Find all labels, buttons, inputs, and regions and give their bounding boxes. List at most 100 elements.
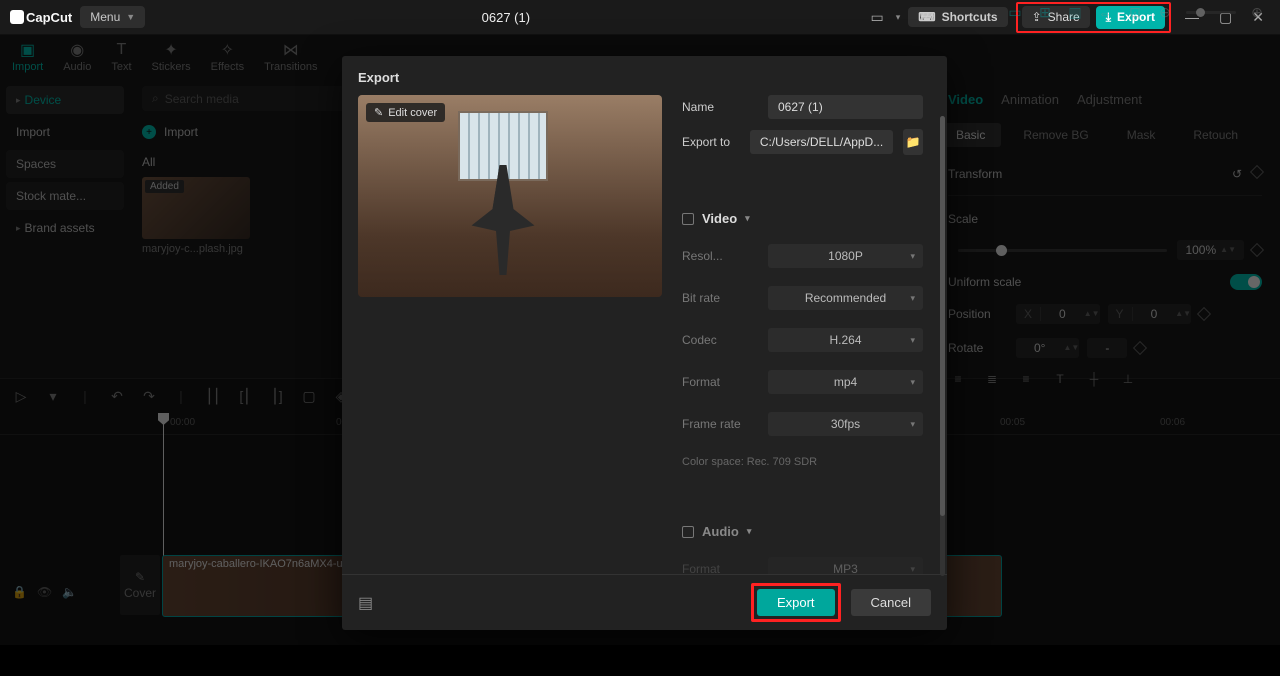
- tool-transitions[interactable]: ⋈Transitions: [264, 41, 317, 73]
- uniform-scale-toggle[interactable]: [1230, 274, 1262, 290]
- export-button-top[interactable]: ⤓Export: [1096, 6, 1165, 29]
- minimize-icon[interactable]: —: [1179, 9, 1205, 25]
- tab-adjustment[interactable]: Adjustment: [1077, 92, 1142, 107]
- keyframe-icon[interactable]: [1197, 307, 1211, 321]
- edit-cover-button[interactable]: ✎Edit cover: [366, 103, 445, 122]
- dialog-scrollbar[interactable]: [940, 116, 945, 576]
- reset-icon[interactable]: ↺: [1232, 167, 1242, 181]
- text-icon: T: [111, 41, 131, 59]
- audio-section-header[interactable]: Audio▾: [682, 524, 923, 539]
- menu-button[interactable]: Menu▼: [80, 6, 145, 28]
- uniform-scale-label: Uniform scale: [948, 275, 1021, 289]
- bitrate-label: Bit rate: [682, 291, 758, 305]
- align-icons: ≡ ≣ ≡ T ┼ ⊥: [948, 372, 1262, 386]
- position-x-input[interactable]: X0▲▼: [1016, 304, 1100, 324]
- media-thumbnail[interactable]: Added: [142, 177, 250, 239]
- cover-cell[interactable]: ✎ Cover: [120, 555, 160, 615]
- keyframe-icon[interactable]: [1250, 243, 1264, 257]
- browse-folder-button[interactable]: 📁: [903, 129, 923, 155]
- chevron-down-icon: ▾: [910, 564, 915, 574]
- maximize-icon[interactable]: ▢: [1213, 9, 1238, 26]
- subtab-retouch[interactable]: Retouch: [1177, 123, 1254, 147]
- align-left-icon[interactable]: ≡: [948, 372, 968, 386]
- colorspace-info: Color space: Rec. 709 SDR: [682, 456, 923, 468]
- resolution-select[interactable]: 1080P▾: [768, 244, 923, 268]
- exportto-label: Export to: [682, 135, 740, 149]
- tool-stickers[interactable]: ✦Stickers: [152, 41, 191, 73]
- codec-select[interactable]: H.264▾: [768, 328, 923, 352]
- video-section-header[interactable]: Video▾: [682, 211, 923, 226]
- tool-text[interactable]: TText: [111, 41, 131, 73]
- lock-icon[interactable]: 🔒: [12, 585, 27, 599]
- footer-options-icon[interactable]: ▤: [358, 593, 373, 613]
- subtab-basic[interactable]: Basic: [940, 123, 1001, 147]
- dialog-title: Export: [342, 56, 947, 95]
- framerate-select[interactable]: 30fps▾: [768, 412, 923, 436]
- redo-icon[interactable]: ↷: [140, 388, 158, 405]
- stepper-icon[interactable]: ▲▼: [1063, 345, 1079, 351]
- shortcuts-button[interactable]: ⌨Shortcuts: [908, 7, 1007, 27]
- position-y-input[interactable]: Y0▲▼: [1108, 304, 1192, 324]
- top-bar: CapCut Menu▼ 0627 (1) ▭ ▾ ⌨Shortcuts ⇪Sh…: [0, 0, 1280, 34]
- highlight-share-export: ⇪Share ⤓Export: [1016, 2, 1171, 33]
- split-icon[interactable]: ⎮⎮: [204, 388, 222, 405]
- chevron-right-icon: ▸: [16, 95, 21, 106]
- sidebar-brand[interactable]: ▸Brand assets: [6, 214, 124, 242]
- split-left-icon[interactable]: [⎮: [236, 388, 254, 405]
- align-right-icon[interactable]: ≡: [1016, 372, 1036, 386]
- align-center-icon[interactable]: ≣: [982, 372, 1002, 386]
- folder-icon: 📁: [906, 135, 921, 149]
- undo-icon[interactable]: ↶: [108, 388, 126, 405]
- tab-video[interactable]: Video: [948, 92, 983, 107]
- tool-import[interactable]: ▣Import: [12, 41, 43, 73]
- sidebar-device[interactable]: ▸Device: [6, 86, 124, 114]
- chevron-down-icon: ▾: [910, 293, 915, 304]
- playhead[interactable]: [163, 413, 164, 593]
- align-middle-icon[interactable]: ┼: [1084, 372, 1104, 386]
- bitrate-select[interactable]: Recommended▾: [768, 286, 923, 310]
- chevron-down-icon: ▾: [910, 335, 915, 346]
- crop-icon[interactable]: ▢: [300, 388, 318, 405]
- effects-icon: ✧: [217, 41, 237, 59]
- aspect-ratio-icon[interactable]: ▭: [867, 7, 888, 28]
- tool-audio[interactable]: ◉Audio: [63, 41, 91, 73]
- sidebar-spaces[interactable]: Spaces: [6, 150, 124, 178]
- chevron-down-icon: ▾: [910, 377, 915, 388]
- sidebar-import[interactable]: Import: [6, 118, 124, 146]
- chevron-down-icon: ▾: [745, 213, 750, 224]
- checkbox-icon[interactable]: [682, 526, 694, 538]
- name-input[interactable]: 0627 (1): [768, 95, 923, 119]
- chevron-down-icon: ▾: [910, 251, 915, 262]
- close-icon[interactable]: ✕: [1246, 9, 1270, 26]
- eye-icon[interactable]: 👁: [37, 585, 52, 599]
- stepper-icon[interactable]: ▲▼: [1220, 247, 1236, 253]
- stepper-icon[interactable]: ▲▼: [1175, 311, 1191, 317]
- tab-animation[interactable]: Animation: [1001, 92, 1059, 107]
- align-top-icon[interactable]: T: [1050, 372, 1070, 386]
- export-icon: ⤓: [1106, 10, 1111, 25]
- pencil-icon: ✎: [374, 106, 383, 119]
- subtab-mask[interactable]: Mask: [1111, 123, 1172, 147]
- stepper-icon[interactable]: ▲▼: [1084, 311, 1100, 317]
- subtab-removebg[interactable]: Remove BG: [1007, 123, 1104, 147]
- keyframe-icon[interactable]: [1250, 165, 1264, 179]
- pointer-tool-icon[interactable]: ▷: [12, 388, 30, 405]
- chevron-down-icon: ▾: [896, 12, 901, 23]
- rotate-input[interactable]: 0°▲▼: [1016, 338, 1079, 358]
- checkbox-icon[interactable]: [682, 213, 694, 225]
- keyframe-icon[interactable]: [1133, 341, 1147, 355]
- split-right-icon[interactable]: ⎮]: [268, 388, 286, 405]
- scale-slider[interactable]: [958, 249, 1167, 252]
- tool-effects[interactable]: ✧Effects: [211, 41, 244, 73]
- exportto-input[interactable]: C:/Users/DELL/AppD...: [750, 130, 893, 154]
- align-bottom-icon[interactable]: ⊥: [1118, 372, 1138, 386]
- format-select[interactable]: mp4▾: [768, 370, 923, 394]
- cancel-button[interactable]: Cancel: [851, 589, 931, 616]
- share-button[interactable]: ⇪Share: [1022, 6, 1090, 28]
- sidebar-stock[interactable]: Stock mate...: [6, 182, 124, 210]
- export-confirm-button[interactable]: Export: [757, 589, 835, 616]
- name-label: Name: [682, 100, 758, 114]
- mute-icon[interactable]: 🔈: [62, 585, 77, 599]
- share-icon: ⇪: [1032, 10, 1042, 24]
- scale-value[interactable]: 100%▲▼: [1177, 240, 1244, 260]
